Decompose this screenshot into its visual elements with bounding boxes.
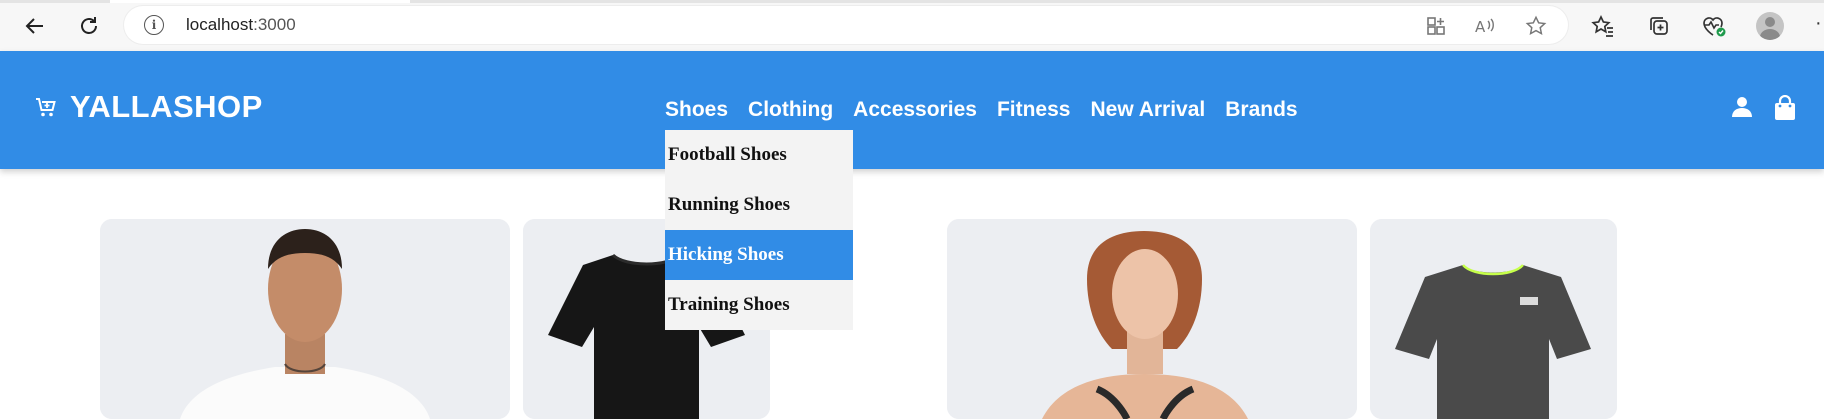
url-text[interactable]: localhost:3000 [186,15,296,35]
dropdown-item-football-shoes[interactable]: Football Shoes [665,130,853,180]
cart-icon [34,95,58,119]
product-card[interactable] [947,219,1357,419]
active-tab-edge[interactable] [110,0,410,3]
product-card[interactable] [100,219,510,419]
shopping-bag-icon[interactable] [1774,94,1796,126]
woman-sports-bra-photo [947,219,1357,419]
back-arrow-icon[interactable] [17,8,53,44]
product-card[interactable] [1370,219,1617,419]
nav-item-new-arrival[interactable]: New Arrival [1090,98,1205,122]
star-icon[interactable] [1524,14,1548,38]
dropdown-item-running-shoes[interactable]: Running Shoes [665,180,853,230]
site-header: YALLASHOP Shoes Clothing Accessories Fit… [0,51,1824,169]
brand-name: YALLASHOP [70,89,263,124]
svg-text:A: A [1475,18,1486,36]
nav-item-brands[interactable]: Brands [1225,98,1297,122]
app-available-icon[interactable] [1424,14,1448,38]
info-icon[interactable]: i [144,15,164,35]
heart-pulse-icon[interactable] [1700,12,1728,40]
man-white-tshirt-photo [100,219,510,419]
dropdown-item-training-shoes[interactable]: Training Shoes [665,280,853,330]
brand-logo[interactable]: YALLASHOP [34,89,263,125]
nav-item-shoes[interactable]: Shoes [665,98,728,122]
browser-toolbar: i localhost:3000 A · [0,0,1824,51]
main-nav: Shoes Clothing Accessories Fitness New A… [665,98,1318,122]
profile-icon[interactable] [1756,12,1784,40]
favorites-icon[interactable] [1589,12,1617,40]
grey-tshirt-photo [1370,219,1617,419]
read-aloud-icon[interactable]: A [1474,14,1498,38]
more-icon[interactable]: · [1815,12,1822,35]
dropdown-item-hicking-shoes[interactable]: Hicking Shoes [665,230,853,280]
nav-item-clothing[interactable]: Clothing [748,98,833,122]
address-bar[interactable]: i localhost:3000 A [124,6,1568,44]
reload-icon[interactable] [71,8,107,44]
nav-item-accessories[interactable]: Accessories [853,98,977,122]
nav-item-fitness[interactable]: Fitness [997,98,1071,122]
collections-icon[interactable] [1645,12,1673,40]
user-icon[interactable] [1730,95,1754,124]
shoes-dropdown-menu: Football Shoes Running Shoes Hicking Sho… [665,130,853,330]
